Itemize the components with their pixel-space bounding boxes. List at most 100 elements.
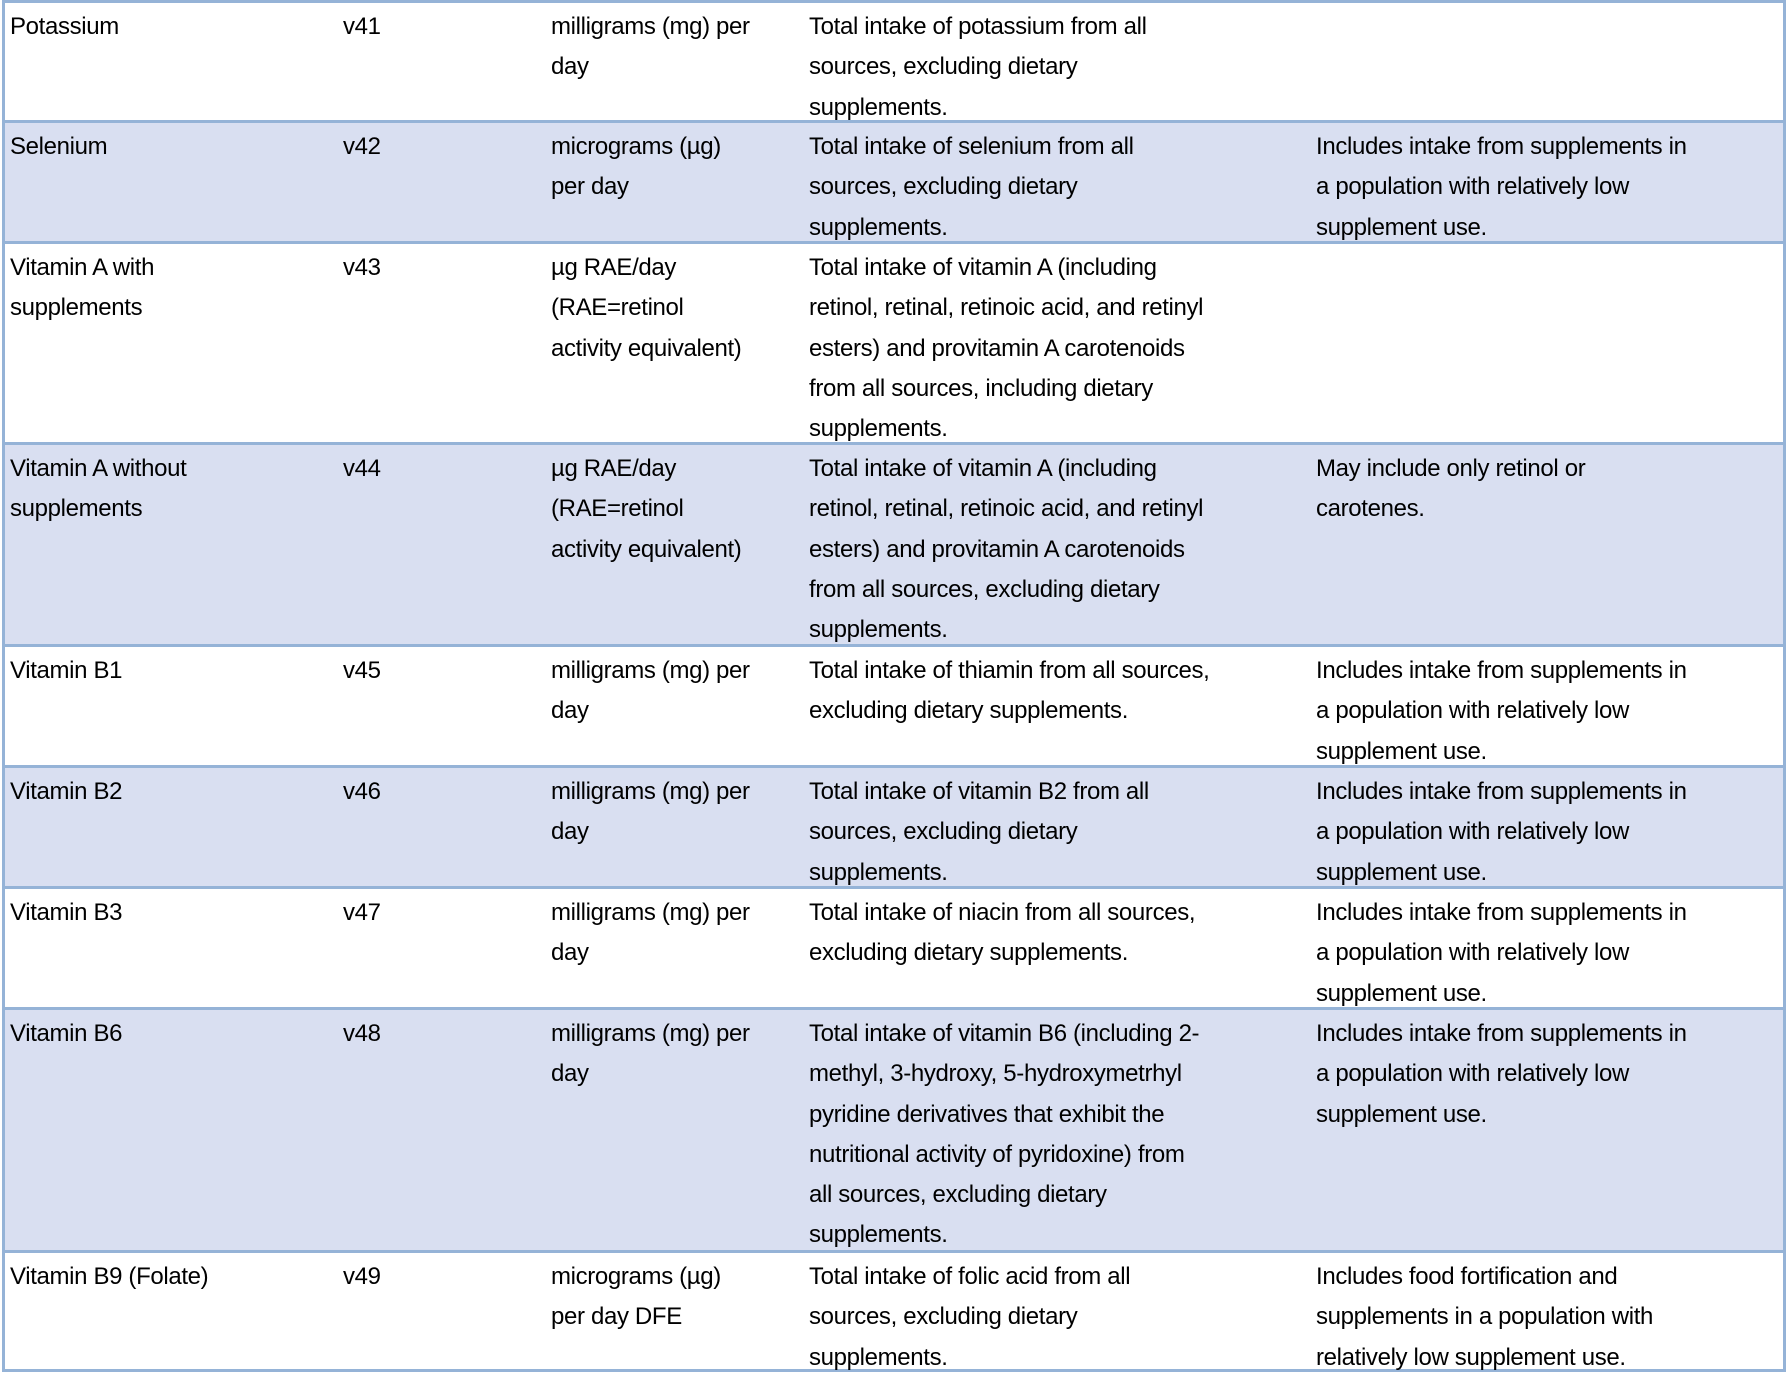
cell-text-line: Vitamin B2 bbox=[10, 778, 123, 805]
cell-text-line: day bbox=[551, 818, 589, 846]
cell-text-line: relatively low supplement use. bbox=[1316, 1343, 1626, 1371]
notes-cell: Includes intake from supplements in a pop… bbox=[1316, 651, 1687, 772]
cell-text-line: sources, excluding dietary bbox=[809, 818, 1078, 846]
cell-text-line: carotenes. bbox=[1316, 495, 1425, 523]
unit-cell: micrograms (µg) per day bbox=[551, 127, 721, 208]
cell-text-line: Selenium bbox=[10, 133, 108, 160]
definition-cell: Total intake of folic acid from all sourc… bbox=[809, 1257, 1131, 1378]
cell-text-line: v41 bbox=[343, 13, 381, 40]
cell-text-line: Includes intake from supplements in bbox=[1316, 657, 1687, 684]
cell-text-line: sources, excluding dietary bbox=[809, 173, 1078, 201]
cell-text-line: Total intake of niacin from all sources, bbox=[809, 899, 1196, 926]
variable-code-cell: v46 bbox=[343, 772, 381, 812]
cell-text-line: (RAE=retinol bbox=[551, 294, 684, 322]
cell-text-line: nutritional activity of pyridoxine) from bbox=[809, 1140, 1185, 1168]
variable-code-cell: v47 bbox=[343, 893, 381, 933]
unit-cell: milligrams (mg) per day bbox=[551, 1014, 750, 1095]
cell-text-line: milligrams (mg) per bbox=[551, 657, 750, 684]
variable-code-cell: v48 bbox=[343, 1014, 381, 1054]
cell-text-line: supplements bbox=[10, 294, 143, 322]
definition-cell: Total intake of vitamin B6 (including 2-… bbox=[809, 1014, 1200, 1256]
cell-text-line: per day DFE bbox=[551, 1303, 682, 1331]
cell-text-line: (RAE=retinol bbox=[551, 495, 684, 523]
nutrient-name-cell: Potassium bbox=[10, 7, 119, 47]
cell-text-line: a population with relatively low bbox=[1316, 1060, 1629, 1088]
cell-text-line: from all sources, including dietary bbox=[809, 374, 1153, 402]
cell-text-line: Includes intake from supplements in bbox=[1316, 1020, 1687, 1047]
cell-text-line: sources, excluding dietary bbox=[809, 1303, 1078, 1331]
cell-text-line: v48 bbox=[343, 1020, 381, 1047]
cell-text-line: Total intake of vitamin B6 (including 2- bbox=[809, 1020, 1200, 1047]
nutrient-name-cell: Vitamin B9 (Folate) bbox=[10, 1257, 209, 1297]
cell-text-line: Total intake of folic acid from all bbox=[809, 1263, 1131, 1290]
cell-text-line: from all sources, excluding dietary bbox=[809, 575, 1160, 603]
cell-text-line: day bbox=[551, 1060, 589, 1088]
cell-text-line: a population with relatively low bbox=[1316, 818, 1629, 846]
cell-text-line: Includes intake from supplements in bbox=[1316, 133, 1687, 160]
table-row: Vitamin B1 v45 milligrams (mg) per day Total… bbox=[2, 644, 1786, 765]
cell-text-line: excluding dietary supplements. bbox=[809, 697, 1129, 725]
cell-text-line: Potassium bbox=[10, 13, 119, 40]
table-row: Vitamin B6 v48 milligrams (mg) per day Total… bbox=[2, 1007, 1786, 1250]
table-row: Vitamin B2 v46 milligrams (mg) per day Total… bbox=[2, 765, 1786, 886]
table-row: Vitamin A with supplements v43 µg RAE/day (R… bbox=[2, 241, 1786, 442]
notes-cell: Includes intake from supplements in a pop… bbox=[1316, 772, 1687, 893]
cell-text-line: v42 bbox=[343, 133, 381, 160]
cell-text-line: day bbox=[551, 939, 589, 967]
cell-text-line: supplements. bbox=[809, 1343, 948, 1371]
cell-text-line: v45 bbox=[343, 657, 381, 684]
nutrient-name-cell: Vitamin B6 bbox=[10, 1014, 122, 1054]
cell-text-line: v43 bbox=[343, 254, 381, 281]
cell-text-line: Total intake of vitamin B2 from all bbox=[809, 778, 1149, 805]
definition-cell: Total intake of vitamin A (including reti… bbox=[809, 449, 1203, 650]
cell-text-line: activity equivalent) bbox=[551, 535, 742, 563]
cell-text-line: Vitamin B9 (Folate) bbox=[10, 1263, 209, 1290]
cell-text-line: v49 bbox=[343, 1263, 381, 1290]
cell-text-line: Vitamin A with bbox=[10, 254, 155, 281]
cell-text-line: retinol, retinal, retinoic acid, and ret… bbox=[809, 294, 1204, 322]
cell-text-line: Vitamin B6 bbox=[10, 1020, 123, 1047]
cell-text-line: esters) and provitamin A carotenoids bbox=[809, 535, 1185, 563]
notes-cell: Includes intake from supplements in a pop… bbox=[1316, 127, 1687, 248]
cell-text-line: May include only retinol or bbox=[1316, 455, 1586, 482]
unit-cell: milligrams (mg) per day bbox=[551, 893, 750, 974]
table-row: Vitamin B9 (Folate) v49 micrograms (µg) per… bbox=[2, 1250, 1786, 1372]
cell-text-line: excluding dietary supplements. bbox=[809, 939, 1129, 967]
cell-text-line: Total intake of thiamin from all sources… bbox=[809, 657, 1210, 684]
cell-text-line: Total intake of vitamin A (including bbox=[809, 455, 1157, 482]
cell-text-line: milligrams (mg) per bbox=[551, 899, 750, 926]
cell-text-line: v46 bbox=[343, 778, 381, 805]
unit-cell: µg RAE/day (RAE=retinol activity equivalen… bbox=[551, 449, 742, 570]
nutrient-name-cell: Vitamin A without supplements bbox=[10, 449, 187, 530]
variable-code-cell: v41 bbox=[343, 7, 381, 47]
table-row: Vitamin B3 v47 milligrams (mg) per day Total… bbox=[2, 886, 1786, 1007]
definition-cell: Total intake of niacin from all sources,… bbox=[809, 893, 1196, 974]
cell-text-line: Includes intake from supplements in bbox=[1316, 899, 1687, 926]
unit-cell: milligrams (mg) per day bbox=[551, 772, 750, 853]
cell-text-line: activity equivalent) bbox=[551, 334, 742, 362]
cell-text-line: supplements bbox=[10, 495, 143, 523]
cell-text-line: a population with relatively low bbox=[1316, 939, 1629, 967]
cell-text-line: Includes food fortification and bbox=[1316, 1263, 1618, 1290]
unit-cell: milligrams (mg) per day bbox=[551, 651, 750, 732]
cell-text-line: pyridine derivatives that exhibit the bbox=[809, 1100, 1165, 1128]
variable-code-cell: v44 bbox=[343, 449, 381, 489]
cell-text-line: a population with relatively low bbox=[1316, 173, 1629, 201]
unit-cell: micrograms (µg) per day DFE bbox=[551, 1257, 721, 1338]
definition-cell: Total intake of vitamin A (including reti… bbox=[809, 248, 1203, 449]
variable-code-cell: v45 bbox=[343, 651, 381, 691]
nutrient-name-cell: Vitamin A with supplements bbox=[10, 248, 154, 329]
nutrient-name-cell: Vitamin B3 bbox=[10, 893, 122, 933]
cell-text-line: Total intake of vitamin A (including bbox=[809, 254, 1157, 281]
definition-cell: Total intake of thiamin from all sources… bbox=[809, 651, 1210, 732]
cell-text-line: per day bbox=[551, 173, 629, 201]
cell-text-line: Vitamin B3 bbox=[10, 899, 123, 926]
variable-code-cell: v49 bbox=[343, 1257, 381, 1297]
cell-text-line: micrograms (µg) bbox=[551, 133, 721, 160]
cell-text-line: v44 bbox=[343, 455, 381, 482]
cell-text-line: sources, excluding dietary bbox=[809, 53, 1078, 81]
cell-text-line: Vitamin A without bbox=[10, 455, 187, 482]
unit-cell: milligrams (mg) per day bbox=[551, 7, 750, 88]
cell-text-line: all sources, excluding dietary bbox=[809, 1181, 1107, 1209]
notes-cell: May include only retinol or carotenes. bbox=[1316, 449, 1586, 530]
